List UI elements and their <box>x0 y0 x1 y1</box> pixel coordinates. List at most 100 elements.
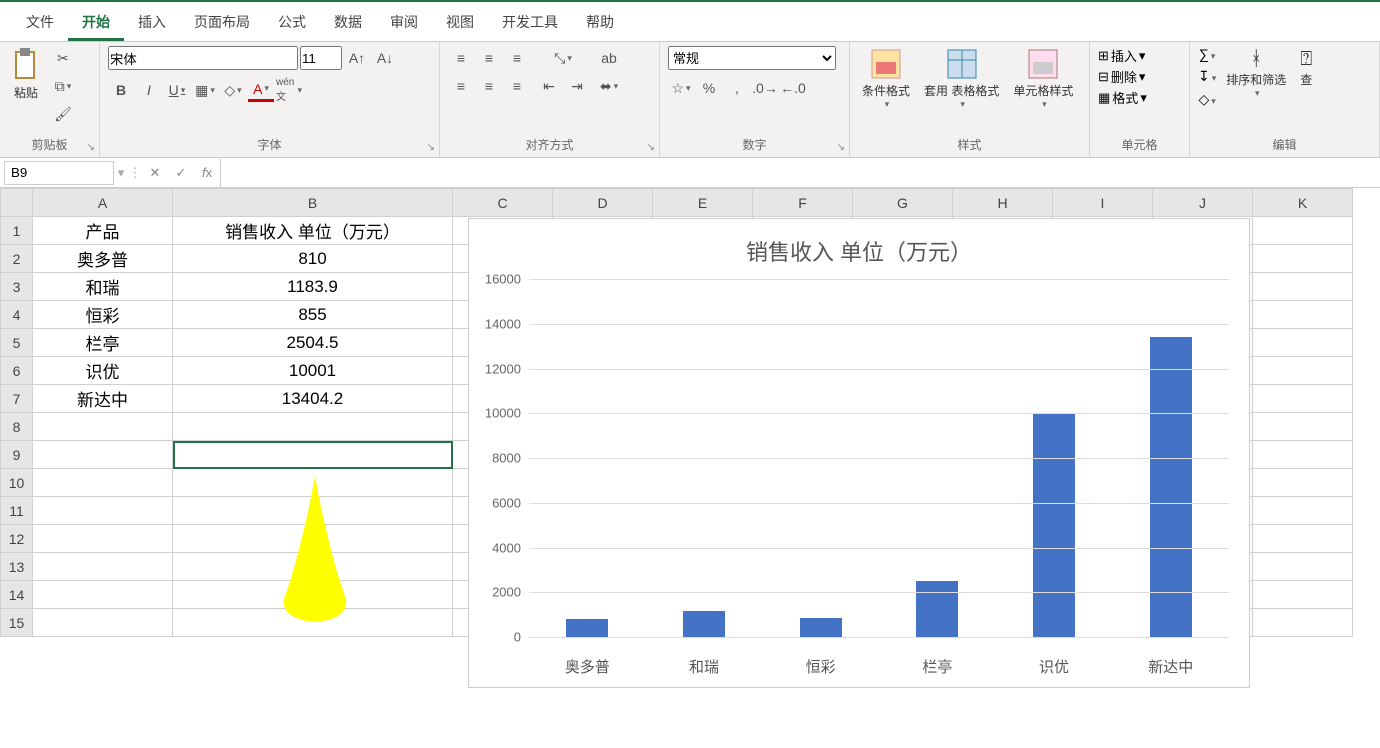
cell-A15[interactable] <box>33 609 173 637</box>
cell-B1[interactable]: 销售收入 单位（万元） <box>173 217 453 245</box>
border-button[interactable]: ▦ <box>192 78 218 102</box>
row-header-8[interactable]: 8 <box>1 413 33 441</box>
row-header-5[interactable]: 5 <box>1 329 33 357</box>
cell-K9[interactable] <box>1253 441 1353 469</box>
conditional-format-button[interactable]: 条件格式 <box>858 46 914 112</box>
row-header-6[interactable]: 6 <box>1 357 33 385</box>
col-header-G[interactable]: G <box>853 189 953 217</box>
confirm-icon[interactable]: ✓ <box>168 165 194 181</box>
fill-button[interactable]: ↧ <box>1198 68 1216 85</box>
cell-A10[interactable] <box>33 469 173 497</box>
row-header-1[interactable]: 1 <box>1 217 33 245</box>
cell-B3[interactable]: 1183.9 <box>173 273 453 301</box>
cell-A3[interactable]: 和瑞 <box>33 273 173 301</box>
row-header-3[interactable]: 3 <box>1 273 33 301</box>
paste-button[interactable]: 粘贴 <box>8 46 44 103</box>
col-header-F[interactable]: F <box>753 189 853 217</box>
cell-B12[interactable] <box>173 525 453 553</box>
align-top-icon[interactable]: ≡ <box>448 46 474 70</box>
col-header-J[interactable]: J <box>1153 189 1253 217</box>
col-header-C[interactable]: C <box>453 189 553 217</box>
bar-识优[interactable] <box>1033 413 1075 637</box>
align-middle-icon[interactable]: ≡ <box>476 46 502 70</box>
format-cells-button[interactable]: ▦ 格式 ▾ <box>1098 88 1147 107</box>
cell-B14[interactable] <box>173 581 453 609</box>
find-select-button[interactable]: ⍰查 <box>1296 46 1316 90</box>
cell-A1[interactable]: 产品 <box>33 217 173 245</box>
number-launcher[interactable]: ↘ <box>837 142 845 153</box>
number-format-select[interactable]: 常规 <box>668 46 836 70</box>
comma-icon[interactable]: , <box>724 76 750 100</box>
col-header-A[interactable]: A <box>33 189 173 217</box>
delete-cells-button[interactable]: ⊟ 删除 ▾ <box>1098 67 1145 86</box>
cell-A9[interactable] <box>33 441 173 469</box>
row-header-13[interactable]: 13 <box>1 553 33 581</box>
cell-B10[interactable] <box>173 469 453 497</box>
col-header-K[interactable]: K <box>1253 189 1353 217</box>
cell-K3[interactable] <box>1253 273 1353 301</box>
row-header-10[interactable]: 10 <box>1 469 33 497</box>
tab-帮助[interactable]: 帮助 <box>572 6 628 41</box>
bar-和瑞[interactable] <box>683 611 725 637</box>
table-format-button[interactable]: 套用 表格格式 <box>920 46 1003 112</box>
inc-decimal-icon[interactable]: .0→ <box>752 76 778 100</box>
cell-K11[interactable] <box>1253 497 1353 525</box>
merge-button[interactable]: ⬌ <box>596 74 622 98</box>
col-header-E[interactable]: E <box>653 189 753 217</box>
row-header-11[interactable]: 11 <box>1 497 33 525</box>
cell-B15[interactable] <box>173 609 453 637</box>
cell-A12[interactable] <box>33 525 173 553</box>
decrease-font-icon[interactable]: A↓ <box>372 46 398 70</box>
italic-button[interactable]: I <box>136 78 162 102</box>
cell-K15[interactable] <box>1253 609 1353 637</box>
formula-input[interactable] <box>220 159 1380 187</box>
row-header-4[interactable]: 4 <box>1 301 33 329</box>
cell-A13[interactable] <box>33 553 173 581</box>
cell-K14[interactable] <box>1253 581 1353 609</box>
cell-B2[interactable]: 810 <box>173 245 453 273</box>
phonetic-button[interactable]: wén 文 <box>276 78 302 102</box>
cell-style-button[interactable]: 单元格样式 <box>1009 46 1077 112</box>
font-color-button[interactable]: A <box>248 78 274 102</box>
tab-页面布局[interactable]: 页面布局 <box>180 6 264 41</box>
row-header-15[interactable]: 15 <box>1 609 33 637</box>
cell-A2[interactable]: 奥多普 <box>33 245 173 273</box>
embedded-chart[interactable]: 销售收入 单位（万元） 0200040006000800010000120001… <box>468 218 1250 688</box>
cell-A11[interactable] <box>33 497 173 525</box>
align-bottom-icon[interactable]: ≡ <box>504 46 530 70</box>
col-header-B[interactable]: B <box>173 189 453 217</box>
cell-B9[interactable] <box>173 441 453 469</box>
cell-B7[interactable]: 13404.2 <box>173 385 453 413</box>
increase-font-icon[interactable]: A↑ <box>344 46 370 70</box>
cell-B4[interactable]: 855 <box>173 301 453 329</box>
font-launcher[interactable]: ↘ <box>427 142 435 153</box>
cell-K12[interactable] <box>1253 525 1353 553</box>
row-header-7[interactable]: 7 <box>1 385 33 413</box>
percent-icon[interactable]: % <box>696 76 722 100</box>
orientation-icon[interactable]: ⤡ <box>550 46 576 70</box>
cell-A8[interactable] <box>33 413 173 441</box>
tab-开发工具[interactable]: 开发工具 <box>488 6 572 41</box>
tab-公式[interactable]: 公式 <box>264 6 320 41</box>
select-all-corner[interactable] <box>1 189 33 217</box>
cell-K8[interactable] <box>1253 413 1353 441</box>
cell-K10[interactable] <box>1253 469 1353 497</box>
bold-button[interactable]: B <box>108 78 134 102</box>
cell-A4[interactable]: 恒彩 <box>33 301 173 329</box>
cell-B8[interactable] <box>173 413 453 441</box>
fill-color-button[interactable]: ◇ <box>220 78 246 102</box>
row-header-2[interactable]: 2 <box>1 245 33 273</box>
cancel-icon[interactable]: ✕ <box>142 165 168 181</box>
dec-decimal-icon[interactable]: ←.0 <box>780 76 806 100</box>
format-painter-icon[interactable]: 🖌 <box>50 102 76 126</box>
cell-A7[interactable]: 新达中 <box>33 385 173 413</box>
col-header-D[interactable]: D <box>553 189 653 217</box>
tab-数据[interactable]: 数据 <box>320 6 376 41</box>
cell-K6[interactable] <box>1253 357 1353 385</box>
name-box[interactable] <box>4 161 114 185</box>
cell-K5[interactable] <box>1253 329 1353 357</box>
row-header-12[interactable]: 12 <box>1 525 33 553</box>
bar-奥多普[interactable] <box>566 619 608 637</box>
cell-B5[interactable]: 2504.5 <box>173 329 453 357</box>
tab-审阅[interactable]: 审阅 <box>376 6 432 41</box>
